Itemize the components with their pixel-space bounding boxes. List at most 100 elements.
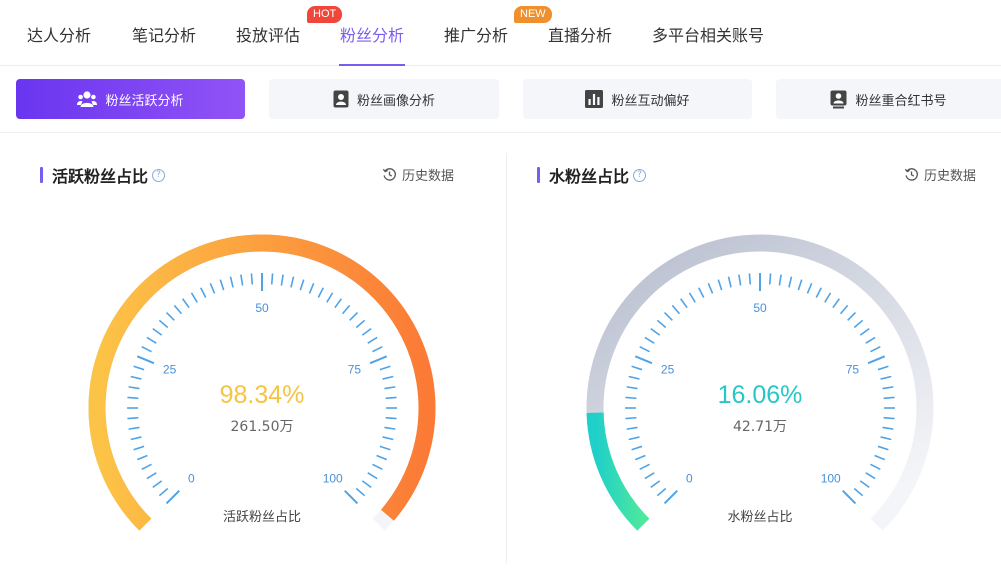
history-icon bbox=[382, 168, 396, 181]
history-data-button[interactable]: 历史数据 bbox=[904, 165, 976, 184]
gauge-tick bbox=[639, 463, 650, 471]
gauge-tick bbox=[663, 311, 673, 321]
gauge-tick-label: 25 bbox=[163, 363, 177, 377]
gauge-percent: 16.06% bbox=[717, 381, 803, 409]
hot-badge: HOT bbox=[307, 6, 343, 23]
history-label: 历史数据 bbox=[924, 169, 977, 184]
gauge-tick bbox=[815, 287, 823, 298]
gauge-tick bbox=[639, 345, 650, 353]
subtab-label: 粉丝重合红书号 bbox=[855, 93, 947, 109]
tab-multi-platform-accounts[interactable]: 多平台相关账号 bbox=[652, 22, 764, 46]
water-fans-title: 水粉丝占比 ? bbox=[537, 163, 647, 187]
help-icon[interactable]: ? bbox=[633, 168, 647, 182]
gauge-count: 261.50万 bbox=[230, 419, 294, 435]
tab-live-analysis[interactable]: 直播分析 bbox=[548, 22, 612, 46]
gauge-tick-label: 0 bbox=[188, 472, 195, 486]
gauge-tick bbox=[379, 445, 391, 451]
gauge-tick bbox=[367, 472, 378, 480]
gauge-tick bbox=[372, 345, 383, 353]
subtab-fans-interaction[interactable]: 粉丝互动偏好 bbox=[523, 79, 752, 119]
gauge-tick bbox=[229, 276, 234, 288]
gauge-tick bbox=[631, 365, 643, 371]
gauge-tick bbox=[842, 490, 857, 505]
tab-campaign-evaluation[interactable]: 投放评估 bbox=[236, 22, 300, 46]
badge-icon bbox=[830, 90, 847, 108]
subtab-label: 粉丝活跃分析 bbox=[105, 93, 184, 109]
gauge-tick bbox=[778, 274, 782, 286]
gauge-tick bbox=[859, 480, 870, 488]
gauge-tick bbox=[727, 276, 732, 288]
gauge-tick bbox=[656, 487, 667, 497]
top-navigation: 达人分析 笔记分析 投放评估 粉丝分析 推广分析 直播分析 多平台相关账号 HO… bbox=[0, 0, 1001, 66]
gauge-tick bbox=[173, 304, 183, 315]
tab-promotion-analysis[interactable]: 推广分析 bbox=[444, 22, 508, 46]
gauge-tick bbox=[859, 328, 870, 336]
gauge-tick-label: 50 bbox=[255, 301, 269, 315]
gauge-tick-label: 100 bbox=[821, 472, 841, 486]
gauge-tick bbox=[158, 319, 169, 329]
gauge-tick bbox=[165, 311, 175, 321]
gauge-tick bbox=[839, 304, 849, 315]
gauge-tick bbox=[280, 274, 284, 286]
help-icon[interactable]: ? bbox=[152, 168, 166, 182]
tab-fans-analysis[interactable]: 粉丝分析 bbox=[340, 22, 404, 46]
gauge-tick bbox=[290, 276, 295, 288]
gauge-tick bbox=[874, 454, 886, 461]
gauge-tick bbox=[317, 287, 325, 298]
gauge-tick bbox=[369, 355, 388, 365]
gauge-tick-label: 100 bbox=[323, 472, 343, 486]
gauge-tick bbox=[334, 298, 342, 309]
gauge-tick bbox=[880, 436, 892, 441]
subtab-label: 粉丝互动偏好 bbox=[611, 93, 690, 109]
tab-talent-analysis[interactable]: 达人分析 bbox=[27, 22, 91, 46]
gauge-tick bbox=[847, 311, 857, 321]
gauge-tick bbox=[240, 274, 244, 286]
gauge-tick bbox=[628, 436, 640, 441]
gauge-tick bbox=[341, 304, 351, 315]
portrait-icon bbox=[333, 90, 349, 108]
gauge-tick bbox=[379, 365, 391, 371]
history-label: 历史数据 bbox=[402, 169, 455, 184]
gauge-tick bbox=[130, 436, 142, 441]
gauge-tick bbox=[158, 487, 169, 497]
gauge-tick bbox=[644, 472, 655, 480]
gauge-tick bbox=[768, 273, 772, 285]
gauge-tick bbox=[650, 328, 661, 336]
gauge-tick bbox=[250, 273, 254, 285]
gauge-tick bbox=[190, 292, 198, 303]
tab-note-analysis[interactable]: 笔记分析 bbox=[132, 22, 196, 46]
gauge-tick bbox=[797, 279, 803, 291]
gauge-tick bbox=[853, 319, 864, 329]
subtab-fans-overlap[interactable]: 粉丝重合红书号 bbox=[776, 79, 1001, 119]
gauge-tick-label: 50 bbox=[753, 301, 767, 315]
gauge-tick bbox=[631, 445, 643, 451]
fans-activity-content: 活跃粉丝占比 ? 历史数据 0 25 50 75 100 98.34% 261.50万 … bbox=[0, 132, 1001, 573]
active-fans-title: 活跃粉丝占比 ? bbox=[40, 163, 166, 187]
subtab-label: 粉丝画像分析 bbox=[356, 93, 435, 109]
gauge-tick bbox=[628, 375, 640, 380]
gauge-tick bbox=[199, 287, 207, 298]
subtab-fans-portrait[interactable]: 粉丝画像分析 bbox=[269, 79, 499, 119]
gauge-tick bbox=[270, 273, 274, 285]
gauge-tick bbox=[671, 304, 681, 315]
gauge-tick bbox=[382, 375, 394, 380]
gauge-tick bbox=[165, 490, 180, 505]
gauge-caption: 活跃粉丝占比 bbox=[222, 510, 301, 525]
gauge-tick bbox=[634, 355, 653, 365]
gauge-tick bbox=[299, 279, 305, 291]
subtab-fans-activity[interactable]: 粉丝活跃分析 bbox=[16, 79, 245, 119]
gauge-tick bbox=[219, 279, 225, 291]
new-badge: NEW bbox=[514, 6, 552, 23]
users-icon bbox=[77, 91, 98, 107]
history-data-button[interactable]: 历史数据 bbox=[382, 165, 454, 184]
gauge-tick bbox=[141, 345, 152, 353]
gauge-tick bbox=[853, 487, 864, 497]
gauge-tick bbox=[152, 480, 163, 488]
gauge-tick bbox=[382, 436, 394, 441]
gauge-tick bbox=[663, 490, 678, 505]
bar-chart-icon bbox=[585, 90, 604, 108]
gauge-tick bbox=[748, 273, 752, 285]
gauge-tick bbox=[130, 375, 142, 380]
active-fans-gauge: 0 25 50 75 100 98.34% 261.50万 活跃粉丝占比 bbox=[82, 233, 442, 553]
gauge-tick bbox=[372, 463, 383, 471]
